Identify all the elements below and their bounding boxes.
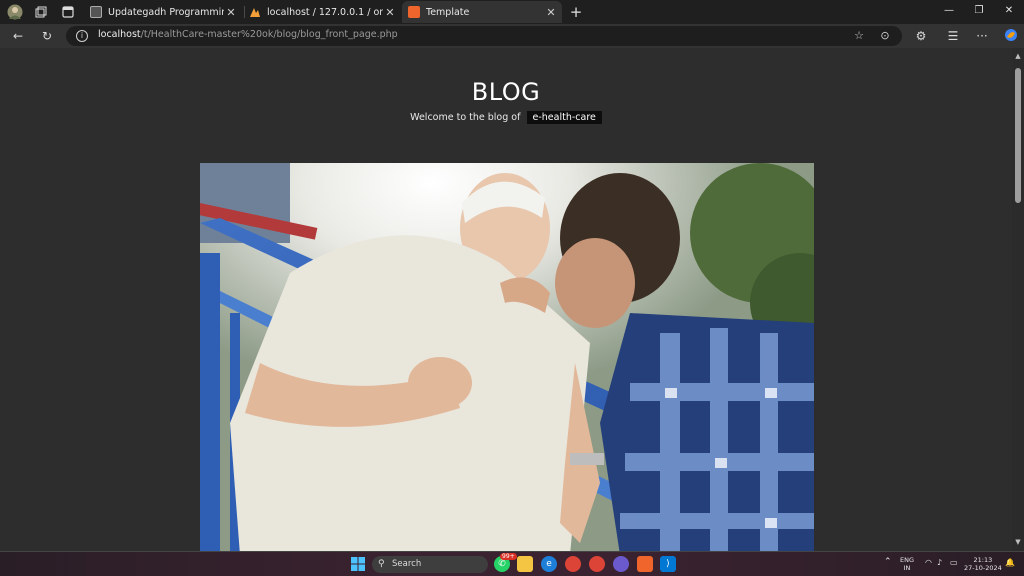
- taskbar: ⚲ Search ✆ 99+ e ⟩ ⌃ ENG IN ◠ ♪ ▭ 21:13 …: [0, 551, 1024, 576]
- address-bar[interactable]: i localhost/t/HealthCare-master%20ok/blo…: [66, 26, 902, 46]
- updategadh-favicon-icon: [90, 6, 102, 18]
- url-text[interactable]: localhost/t/HealthCare-master%20ok/blog/…: [98, 29, 398, 40]
- tab-actions-icon[interactable]: [59, 3, 77, 21]
- chrome-profile-icon[interactable]: [589, 556, 605, 572]
- wifi-icon[interactable]: ◠: [925, 559, 932, 567]
- profile-icon[interactable]: [6, 3, 24, 21]
- close-window-icon[interactable]: ✕: [994, 0, 1024, 24]
- copilot-icon[interactable]: [1002, 28, 1020, 44]
- phpmyadmin-favicon-icon: [249, 6, 261, 18]
- tab-template[interactable]: Template ✕: [402, 1, 562, 23]
- app-icon[interactable]: [613, 556, 629, 572]
- welcome-text: Welcome to the blog of: [410, 112, 521, 123]
- notification-bell-icon[interactable]: 🔔: [1005, 559, 1015, 567]
- new-tab-icon[interactable]: +: [567, 3, 585, 21]
- more-icon[interactable]: ···: [973, 28, 991, 44]
- star-icon[interactable]: ☆: [852, 29, 866, 43]
- battery-icon[interactable]: ▭: [950, 559, 958, 567]
- whatsapp-badge: 99+: [500, 553, 517, 560]
- scroll-down-icon[interactable]: ▼: [1014, 538, 1022, 546]
- volume-icon[interactable]: ♪: [937, 559, 942, 567]
- info-icon[interactable]: i: [76, 30, 88, 42]
- address-toolbar: ← ↻ i localhost/t/HealthCare-master%20ok…: [0, 24, 1024, 48]
- taskbar-search[interactable]: ⚲ Search: [372, 556, 488, 573]
- close-tab-icon[interactable]: ✕: [383, 6, 397, 19]
- tray-chevron-icon[interactable]: ⌃: [884, 558, 892, 567]
- file-explorer-icon[interactable]: [517, 556, 533, 572]
- tab-updategadh[interactable]: Updategadh Programming - Upd ✕: [84, 1, 242, 23]
- ellipsis-circle-icon[interactable]: ⊙: [878, 29, 892, 43]
- scroll-up-icon[interactable]: ▲: [1014, 52, 1022, 60]
- language-indicator[interactable]: ENG IN: [900, 556, 914, 572]
- extensions-icon[interactable]: ⚙: [912, 28, 930, 44]
- close-tab-icon[interactable]: ✕: [544, 6, 558, 19]
- minimize-icon[interactable]: —: [934, 0, 964, 24]
- windows-start-icon[interactable]: [350, 556, 366, 572]
- tab-strip: Updategadh Programming - Upd ✕ localhost…: [0, 0, 1024, 24]
- tab-phpmyadmin[interactable]: localhost / 127.0.0.1 / online_heal ✕: [243, 1, 401, 23]
- brand-badge: e-health-care: [526, 111, 602, 124]
- chrome-icon[interactable]: [565, 556, 581, 572]
- scroll-thumb[interactable]: [1015, 68, 1021, 203]
- page-viewport: BLOG Welcome to the blog of e-health-car…: [0, 48, 1012, 551]
- page-title: BLOG: [471, 78, 541, 106]
- clock[interactable]: 21:13 27-10-2024: [964, 556, 1002, 572]
- maximize-icon[interactable]: ❐: [964, 0, 994, 24]
- refresh-icon[interactable]: ↻: [38, 28, 56, 44]
- favorites-icon[interactable]: ☰: [944, 28, 962, 44]
- template-favicon-icon: [408, 6, 420, 18]
- close-tab-icon[interactable]: ✕: [224, 6, 238, 19]
- xampp-icon[interactable]: [637, 556, 653, 572]
- page-scrollbar[interactable]: ▲ ▼: [1012, 48, 1024, 551]
- back-icon[interactable]: ←: [9, 28, 27, 44]
- welcome-line: Welcome to the blog of e-health-care: [0, 111, 1012, 124]
- vscode-icon[interactable]: ⟩: [660, 556, 676, 572]
- hero-image: [200, 163, 814, 551]
- search-icon: ⚲: [378, 559, 385, 569]
- edge-icon[interactable]: e: [541, 556, 557, 572]
- workspaces-icon[interactable]: [32, 3, 50, 21]
